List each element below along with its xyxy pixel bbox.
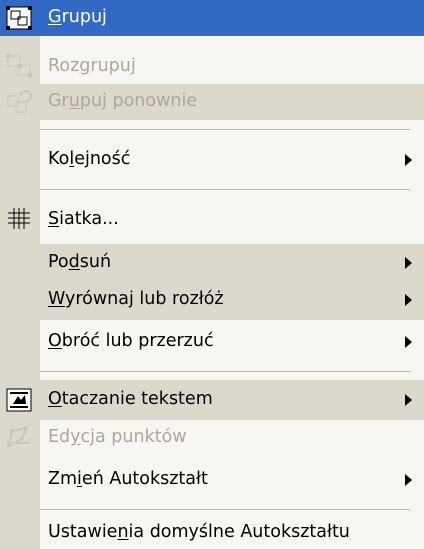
menu-item-edit-points[interactable]: Edycja punktów [0,420,424,456]
submenu-arrow-icon [405,336,412,348]
menu-item-ungroup[interactable]: Rozgrupuj [0,50,424,82]
menu-item-label: Obróć lub przerzuć [48,331,214,351]
menu-item-label: Kolejność [48,149,131,169]
menu-item-align-distribute[interactable]: Wyrównaj lub rozłóż [0,282,424,320]
submenu-arrow-icon [405,154,412,166]
grid-icon [6,207,32,231]
separator [40,129,410,130]
submenu-arrow-icon [405,394,412,406]
group-icon [6,6,32,30]
menu-item-autoshape-defaults[interactable]: Ustawienia domyślne Autokształtu [0,518,424,549]
menu-item-text-wrapping[interactable]: Otaczanie tekstem [0,380,424,420]
menu-item-label: Grupuj ponownie [48,91,198,111]
menu-item-label: Otaczanie tekstem [48,389,213,409]
menu-item-label: Grupuj [48,7,107,27]
menu-item-group[interactable]: Grupuj [0,0,424,36]
text-wrapping-icon [6,388,32,412]
menu-item-label: Rozgrupuj [48,56,136,76]
submenu-arrow-icon [405,257,412,269]
menu-item-nudge[interactable]: Podsuń [0,244,424,282]
submenu-arrow-icon [405,474,412,486]
menu-item-label: Siatka... [48,209,119,229]
menu-item-label: Edycja punktów [48,427,187,447]
menu-item-regroup[interactable]: Grupuj ponownie [0,84,424,120]
menu-item-label: Wyrównaj lub rozłóż [48,289,224,309]
menu-item-label: Ustawienia domyślne Autokształtu [48,522,350,542]
context-menu: Grupuj Rozgrupuj Grupuj ponownie Kolejno… [0,0,424,549]
menu-item-change-autoshape[interactable]: Zmień Autokształt [0,462,424,498]
separator [40,509,410,510]
menu-item-label: Podsuń [48,252,112,272]
edit-points-icon [6,425,32,449]
menu-item-label: Zmień Autokształt [48,469,208,489]
regroup-icon [6,90,32,114]
ungroup-icon [6,54,32,78]
menu-item-order[interactable]: Kolejność [0,142,424,178]
separator [40,189,410,190]
submenu-arrow-icon [405,294,412,306]
menu-item-rotate-flip[interactable]: Obróć lub przerzuć [0,324,424,360]
separator [40,371,410,372]
menu-item-grid[interactable]: Siatka... [0,202,424,238]
